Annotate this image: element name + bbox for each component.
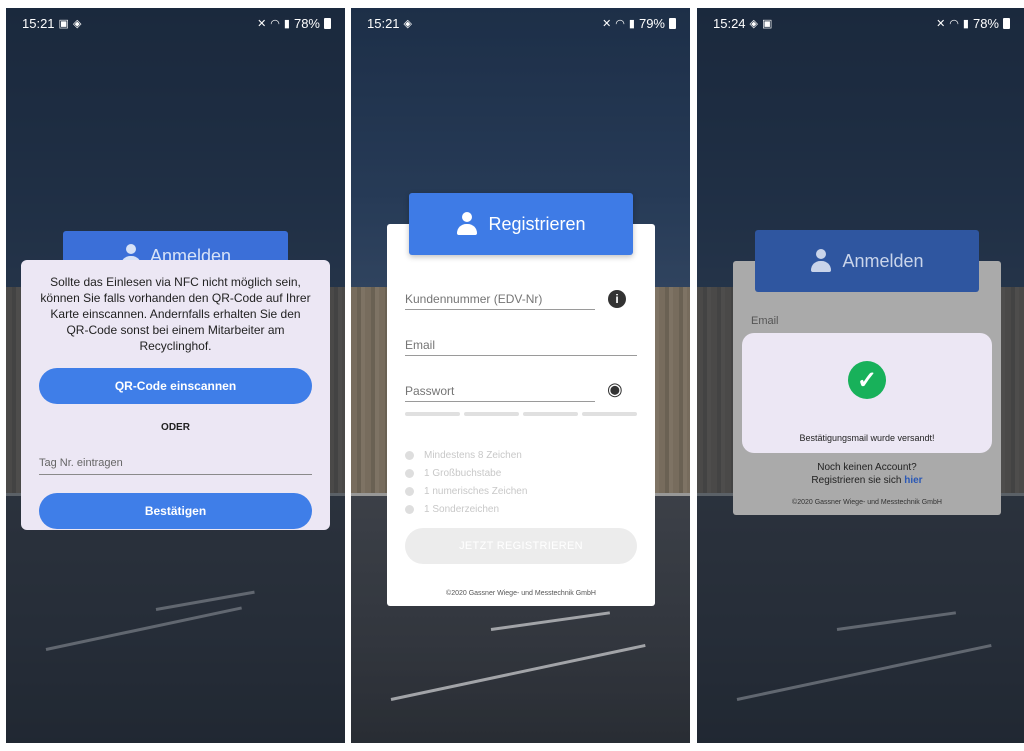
battery-level: 78%	[972, 15, 999, 31]
status-bar: 15:21 ◈ ✕ ◠ ▮ 79%	[351, 8, 690, 38]
email-input[interactable]: Email	[405, 334, 637, 356]
battery-icon	[669, 17, 676, 29]
signal-icon: ▮	[628, 17, 635, 30]
login-title: Anmelden	[842, 250, 924, 271]
register-now-button[interactable]: JETZT REGISTRIEREN	[405, 528, 637, 564]
register-card: Kundennummer (EDV-Nr) i Email Passwort ◉…	[387, 224, 655, 606]
or-divider: ODER	[161, 422, 190, 433]
customer-number-input[interactable]: Kundennummer (EDV-Nr)	[405, 288, 595, 310]
phone-confirmation-dialog: 15:24 ◈ ▣ ✕ ◠ ▮ 78% Anmelden Email Noch …	[697, 8, 1024, 743]
scan-qr-button[interactable]: QR-Code einscannen	[39, 368, 312, 404]
password-input[interactable]: Passwort	[405, 380, 595, 402]
phone-register-form: 15:21 ◈ ✕ ◠ ▮ 79% Registrieren Kundennum…	[351, 8, 690, 743]
tag-number-input[interactable]: Tag Nr. eintragen	[39, 451, 312, 475]
rule-special: 1 Sonderzeichen	[405, 504, 499, 515]
android-icon: ◈	[749, 17, 759, 30]
image-icon: ▣	[762, 17, 773, 30]
image-icon: ▣	[58, 17, 69, 30]
battery-level: 78%	[293, 15, 320, 31]
mute-icon: ✕	[257, 17, 267, 30]
screenshot-collage: 15:21 ▣ ◈ ✕ ◠ ▮ 78% Anmelden Sollte das …	[0, 0, 1024, 751]
confirm-button[interactable]: Bestätigen	[39, 493, 312, 529]
wifi-icon: ◠	[270, 17, 280, 30]
email-label: Email	[751, 315, 779, 327]
clock: 15:21	[22, 15, 55, 31]
copyright: ©2020 Gassner Wiege- und Messtechnik Gmb…	[792, 499, 942, 506]
register-title: Registrieren	[488, 213, 586, 234]
password-strength-bar	[405, 412, 637, 416]
check-icon: ✓	[848, 361, 886, 399]
android-icon: ◈	[403, 17, 413, 30]
info-icon[interactable]: i	[608, 290, 626, 308]
status-bar: 15:21 ▣ ◈ ✕ ◠ ▮ 78%	[6, 8, 345, 38]
no-account-label: Noch keinen Account?	[817, 462, 917, 473]
register-prefix: Registrieren sie sich	[811, 475, 905, 486]
mute-icon: ✕	[602, 17, 612, 30]
phone-nfc-fallback-dialog: 15:21 ▣ ◈ ✕ ◠ ▮ 78% Anmelden Sollte das …	[6, 8, 345, 743]
signal-icon: ▮	[962, 17, 969, 30]
dialog-message: Sollte das Einlesen via NFC nicht möglic…	[40, 275, 311, 353]
person-icon	[456, 212, 478, 236]
battery-icon	[1003, 17, 1010, 29]
mute-icon: ✕	[936, 17, 946, 30]
confirmation-message: Bestätigungsmail wurde versandt!	[799, 433, 935, 443]
wifi-icon: ◠	[949, 17, 959, 30]
signal-icon: ▮	[283, 17, 290, 30]
status-bar: 15:24 ◈ ▣ ✕ ◠ ▮ 78%	[697, 8, 1024, 38]
rule-min-length: Mindestens 8 Zeichen	[405, 450, 522, 461]
confirmation-dialog: ✓ Bestätigungsmail wurde versandt!	[742, 333, 992, 453]
register-line: Registrieren sie sich hier	[733, 474, 1001, 487]
clock: 15:21	[367, 15, 400, 31]
clock: 15:24	[713, 15, 746, 31]
rule-uppercase: 1 Großbuchstabe	[405, 468, 501, 479]
person-icon	[810, 249, 832, 273]
battery-level: 79%	[638, 15, 665, 31]
android-icon: ◈	[72, 17, 82, 30]
rule-numeric: 1 numerisches Zeichen	[405, 486, 527, 497]
register-header: Registrieren	[409, 193, 633, 255]
copyright: ©2020 Gassner Wiege- und Messtechnik Gmb…	[446, 590, 596, 597]
wifi-icon: ◠	[615, 17, 625, 30]
qr-fallback-dialog: Sollte das Einlesen via NFC nicht möglic…	[21, 260, 330, 530]
eye-icon[interactable]: ◉	[607, 379, 623, 400]
no-account-text: Noch keinen Account? Registrieren sie si…	[733, 461, 1001, 487]
register-here-link[interactable]: hier	[904, 475, 922, 486]
battery-icon	[324, 17, 331, 29]
login-header: Anmelden	[755, 230, 979, 292]
